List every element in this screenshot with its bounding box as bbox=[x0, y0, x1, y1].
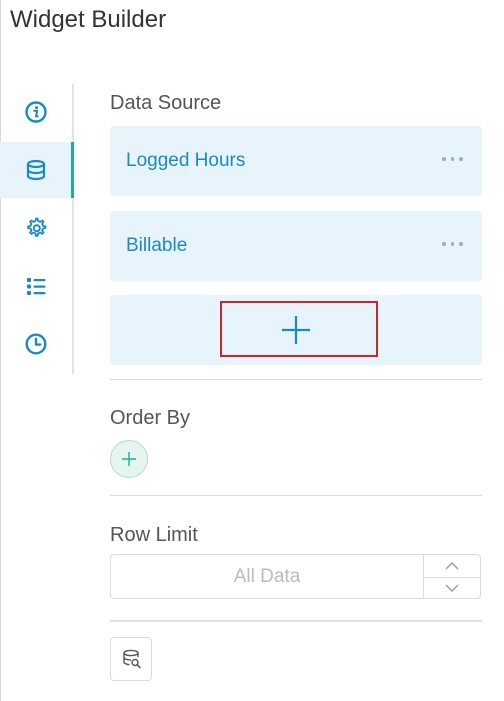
plus-icon bbox=[282, 316, 310, 344]
more-dot-icon bbox=[459, 242, 463, 246]
data-query-button[interactable] bbox=[110, 637, 152, 681]
add-data-source-button[interactable] bbox=[110, 295, 482, 365]
data-source-item-label: Logged Hours bbox=[126, 150, 246, 171]
rail-item-settings[interactable] bbox=[0, 200, 72, 256]
section-divider bbox=[110, 495, 482, 496]
section-divider bbox=[110, 379, 482, 380]
section-divider bbox=[110, 620, 482, 622]
page-title: Widget Builder bbox=[10, 6, 167, 33]
more-options-button[interactable] bbox=[442, 153, 468, 165]
rail-item-history[interactable] bbox=[0, 316, 72, 372]
list-icon bbox=[27, 278, 46, 295]
chevron-up-icon bbox=[445, 562, 459, 570]
rail-divider bbox=[72, 84, 74, 374]
data-source-item[interactable]: Billable bbox=[110, 211, 482, 281]
rail-item-data[interactable] bbox=[0, 142, 74, 198]
database-search-icon bbox=[123, 649, 141, 669]
gear-icon bbox=[27, 217, 47, 237]
data-source-label: Data Source bbox=[110, 92, 222, 114]
rail-item-list[interactable] bbox=[0, 258, 72, 314]
row-limit-input[interactable] bbox=[110, 554, 423, 599]
more-options-button[interactable] bbox=[442, 238, 468, 250]
plus-icon bbox=[122, 452, 136, 466]
database-icon bbox=[26, 159, 46, 181]
increment-button[interactable] bbox=[424, 555, 480, 578]
row-limit-stepper[interactable] bbox=[423, 554, 481, 599]
rail-item-info[interactable] bbox=[0, 84, 72, 140]
more-dot-icon bbox=[450, 242, 454, 246]
more-dot-icon bbox=[442, 157, 446, 161]
add-order-by-button[interactable] bbox=[110, 440, 148, 478]
order-by-label: Order By bbox=[110, 407, 191, 429]
more-dot-icon bbox=[442, 242, 446, 246]
decrement-button[interactable] bbox=[424, 577, 480, 598]
more-dot-icon bbox=[459, 157, 463, 161]
info-icon bbox=[25, 101, 47, 123]
clock-icon bbox=[25, 333, 47, 355]
data-source-item-label: Billable bbox=[126, 235, 188, 256]
chevron-down-icon bbox=[445, 584, 459, 592]
data-source-item[interactable]: Logged Hours bbox=[110, 126, 482, 196]
more-dot-icon bbox=[450, 157, 454, 161]
row-limit-label: Row Limit bbox=[110, 524, 198, 546]
